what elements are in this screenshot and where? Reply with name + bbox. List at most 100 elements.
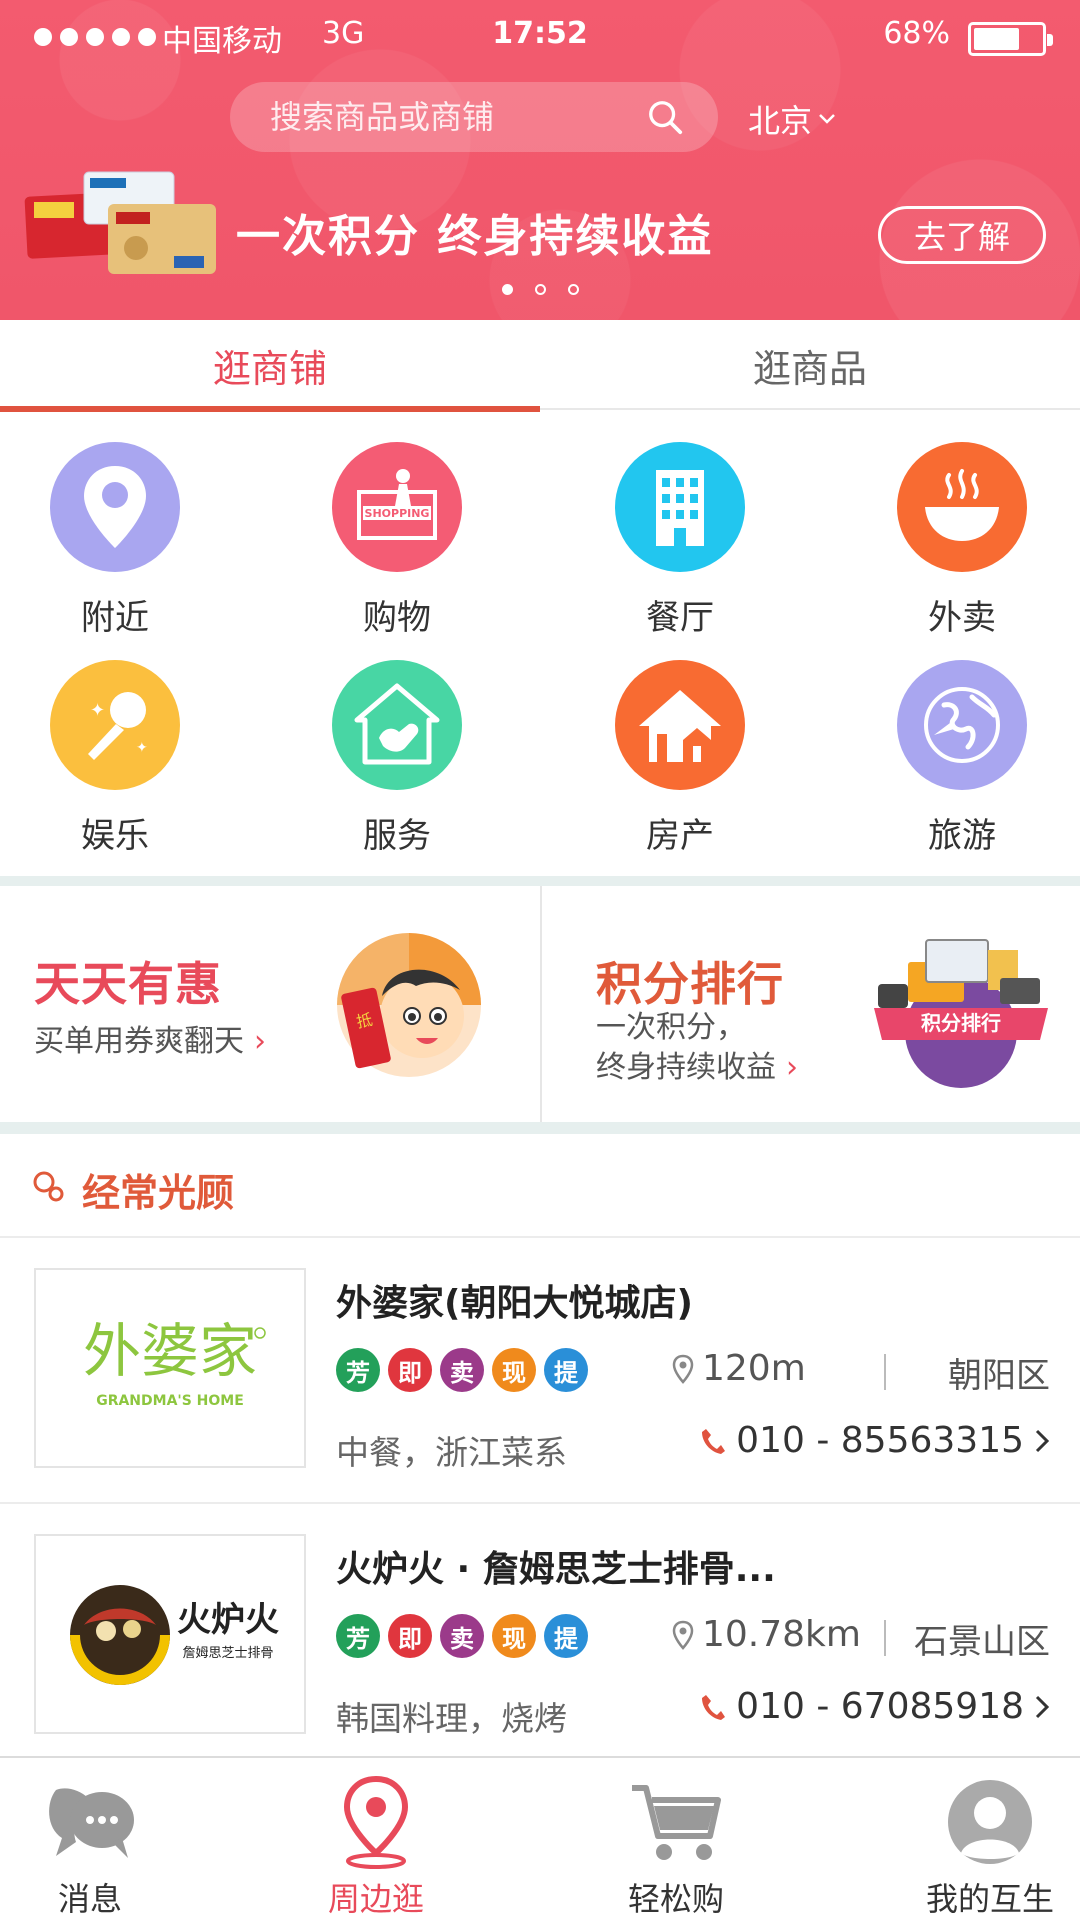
phone-icon (702, 1694, 726, 1720)
badge: 即 (388, 1614, 432, 1658)
shopping-icon: SHOPPING (332, 442, 462, 572)
battery-icon (968, 22, 1053, 56)
avatar-icon (940, 1774, 1040, 1870)
banner-dot[interactable] (534, 284, 546, 295)
building-icon (615, 442, 745, 572)
svg-text:积分排行: 积分排行 (921, 1011, 1001, 1035)
phone-icon (702, 1428, 726, 1454)
category-label: 购物 (363, 598, 431, 638)
distance-value: 120m (702, 1348, 806, 1389)
points-ranking-card[interactable]: 积分排行 一次积分， 终身持续收益 › 积分排行 (542, 886, 1080, 1122)
category-restaurant[interactable]: 餐厅 (580, 442, 780, 639)
tab-bar: 逛商铺 逛商品 (0, 320, 1080, 412)
badge: 卖 (440, 1614, 484, 1658)
coupon-mascot-image: 抵 (337, 933, 481, 1077)
category-shopping[interactable]: SHOPPING 购物 (297, 442, 497, 639)
promo-subtitle: 买单用券爽翻天 › (34, 1022, 266, 1062)
shop-list-item[interactable]: 火炉火 詹姆思芝士排骨 火炉火 · 詹姆思芝士排骨... 芳 即 卖 现 提 1… (0, 1504, 1080, 1770)
badge: 提 (544, 1614, 588, 1658)
chat-bubbles-icon (40, 1774, 140, 1870)
badge: 卖 (440, 1348, 484, 1392)
daily-deals-card[interactable]: 天天有惠 买单用券爽翻天 › 抵 (0, 886, 540, 1122)
category-grid: 附近 SHOPPING 购物 餐厅 外卖 ✦ ✦ 娱乐 服务 房产 旅游 (0, 412, 1080, 876)
microphone-icon: ✦ ✦ (50, 660, 180, 790)
service-badges: 芳 即 卖 现 提 (336, 1348, 588, 1392)
nav-label: 轻松购 (627, 1880, 724, 1918)
category-nearby[interactable]: 附近 (15, 442, 215, 639)
category-label: 旅游 (928, 816, 996, 856)
battery-percentage: 68% (883, 16, 950, 51)
category-label: 外卖 (928, 598, 996, 638)
nav-messages[interactable]: 消息 (0, 1758, 180, 1920)
location-pin-icon (50, 442, 180, 572)
category-real-estate[interactable]: 房产 (580, 660, 780, 857)
promo-title: 积分排行 (596, 957, 784, 1011)
svg-text:SHOPPING: SHOPPING (365, 507, 430, 520)
shop-phone-link[interactable]: 010 - 85563315 (700, 1420, 1050, 1461)
frequent-visits-header: 经常光顾 (0, 1134, 1080, 1238)
search-input[interactable] (270, 82, 630, 152)
nav-easy-shopping[interactable]: 轻松购 (586, 1758, 766, 1920)
banner-pagination (0, 284, 1080, 295)
phone-number: 010 - 85563315 (736, 1420, 1024, 1461)
city-selector[interactable]: 北京 (748, 96, 836, 142)
category-takeout[interactable]: 外卖 (862, 442, 1062, 639)
shop-phone-link[interactable]: 010 - 67085918 (700, 1686, 1050, 1727)
banner-dot[interactable] (567, 284, 579, 295)
location-pin-icon (672, 1620, 694, 1650)
shop-name: 火炉火 · 詹姆思芝士排骨... (336, 1549, 776, 1590)
bottom-navigation: 消息 周边逛 轻松购 我的互生 (0, 1756, 1080, 1920)
promo-subtitle-line: 一次积分， (596, 1010, 746, 1045)
header-banner-area: 中国移动 3G 17:52 68% 北京 一次积分 终身持续收益 去了解 (0, 0, 1080, 320)
category-label: 餐厅 (646, 598, 714, 638)
category-service[interactable]: 服务 (297, 660, 497, 857)
banner-dot[interactable] (501, 284, 513, 295)
category-entertainment[interactable]: ✦ ✦ 娱乐 (15, 660, 215, 857)
shop-distance: 120m (672, 1348, 806, 1389)
nav-label: 周边逛 (327, 1880, 424, 1918)
badge: 现 (492, 1348, 536, 1392)
shop-logo-text: 火炉火 (177, 1600, 279, 1640)
badge: 芳 (336, 1614, 380, 1658)
category-travel[interactable]: 旅游 (862, 660, 1062, 857)
promo-subtitle: 一次积分， 终身持续收益 › (596, 1008, 798, 1088)
promo-subtitle-line: 终身持续收益 (596, 1050, 776, 1085)
category-label: 附近 (81, 598, 149, 638)
category-label: 房产 (646, 816, 714, 856)
search-icon[interactable] (646, 98, 684, 136)
search-bar[interactable] (230, 82, 718, 152)
bowl-icon (897, 442, 1027, 572)
shop-logo-subtext: GRANDMA'S HOME (96, 1393, 244, 1409)
distance-value: 10.78km (702, 1614, 861, 1655)
location-pin-icon (326, 1774, 426, 1870)
shop-cuisine: 中餐，浙江菜系 (336, 1433, 567, 1472)
divider (884, 1354, 886, 1390)
globe-plane-icon (897, 660, 1027, 790)
divider (884, 1620, 886, 1656)
chevron-right-icon (1035, 1695, 1050, 1718)
nav-my-account[interactable]: 我的互生 (900, 1758, 1080, 1920)
category-label: 服务 (363, 816, 431, 856)
nav-nearby[interactable]: 周边逛 (286, 1758, 466, 1920)
shop-district: 朝阳区 (948, 1356, 1050, 1396)
cart-icon (626, 1774, 726, 1870)
nav-label: 消息 (57, 1880, 122, 1918)
chevron-right-icon (1035, 1429, 1050, 1452)
city-label: 北京 (748, 102, 813, 140)
nav-label: 我的互生 (925, 1880, 1054, 1918)
house-icon (615, 660, 745, 790)
shop-list-item[interactable]: 外婆家 GRANDMA'S HOME 外婆家(朝阳大悦城店) 芳 即 卖 现 提… (0, 1238, 1080, 1504)
shop-cuisine: 韩国料理，烧烤 (336, 1699, 567, 1738)
shop-distance: 10.78km (672, 1614, 861, 1655)
tab-browse-products[interactable]: 逛商品 (540, 320, 1080, 410)
shop-logo: 火炉火 詹姆思芝士排骨 (34, 1534, 306, 1734)
badge: 现 (492, 1614, 536, 1658)
badge: 即 (388, 1348, 432, 1392)
shop-district: 石景山区 (914, 1622, 1050, 1662)
learn-more-button[interactable]: 去了解 (878, 206, 1046, 264)
shop-name: 外婆家(朝阳大悦城店) (336, 1283, 693, 1324)
tab-browse-shops[interactable]: 逛商铺 (0, 320, 540, 412)
svg-text:✦: ✦ (90, 700, 105, 721)
badge: 芳 (336, 1348, 380, 1392)
banner-headline: 一次积分 终身持续收益 (236, 211, 714, 262)
